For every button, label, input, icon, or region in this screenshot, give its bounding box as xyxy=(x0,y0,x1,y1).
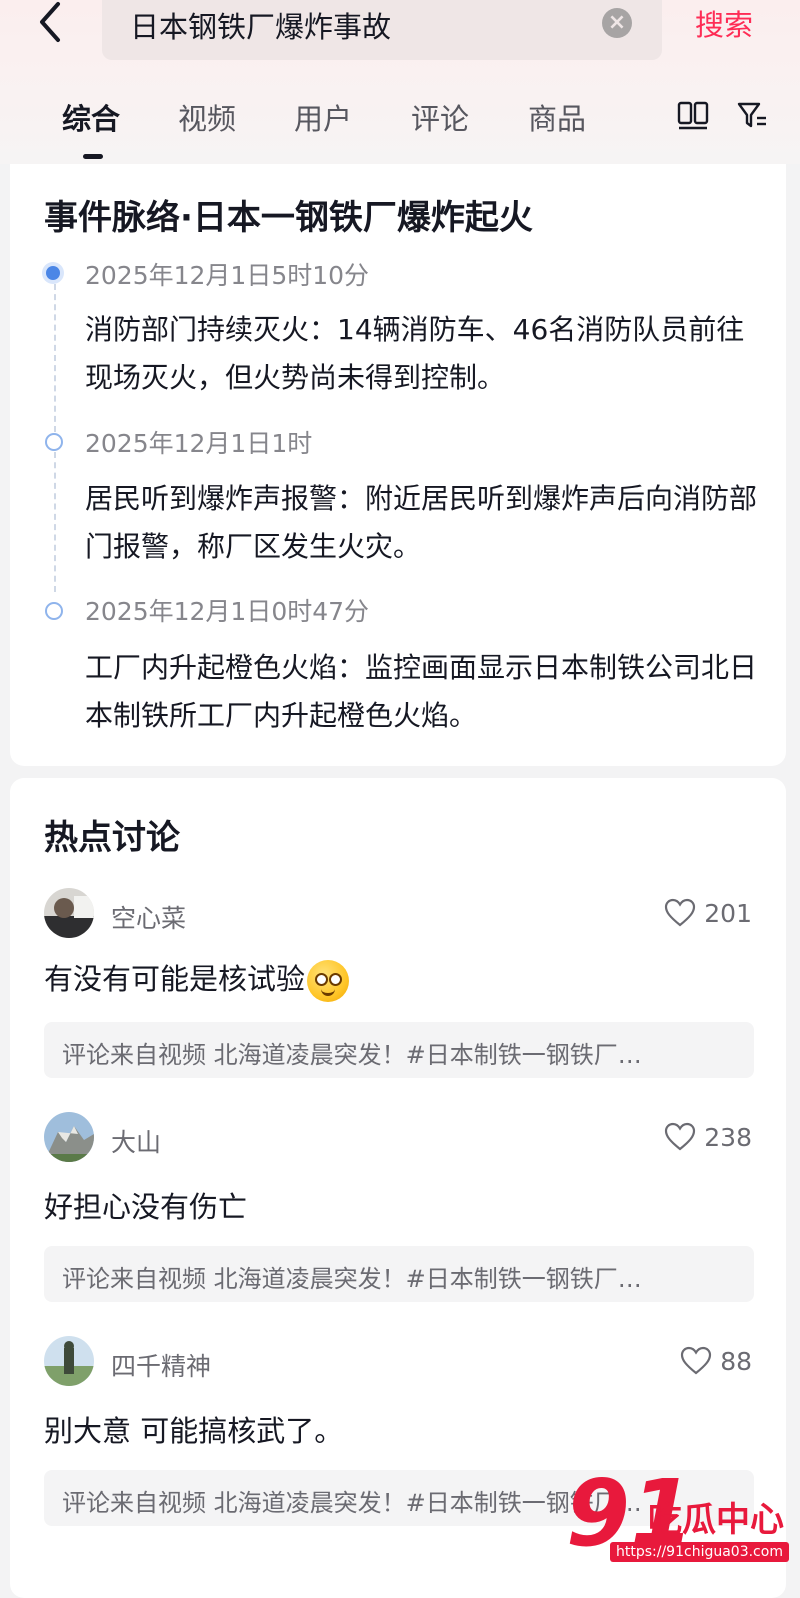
like-button[interactable]: 88 xyxy=(680,1344,752,1378)
tab-comments[interactable]: 评论 xyxy=(411,96,469,138)
section-title: 热点讨论 xyxy=(44,818,180,858)
search-button[interactable]: 搜索 xyxy=(695,2,753,44)
tab-users[interactable]: 用户 xyxy=(294,96,352,138)
comment-username[interactable]: 大山 xyxy=(111,1123,161,1159)
clear-icon[interactable]: × xyxy=(602,8,632,38)
timeline-dot xyxy=(45,602,63,620)
result-tabs: 综合 视频 用户 评论 商品 xyxy=(0,92,800,159)
comment-source: 评论来自视频 北海道凌晨突发！#日本制铁一钢铁厂… xyxy=(62,1489,642,1517)
event-timeline-card[interactable]: 事件脉络·日本一钢铁厂爆炸起火 2025年12月1日5时10分 消防部门持续灭火… xyxy=(10,130,786,766)
event-title: 事件脉络·日本一钢铁厂爆炸起火 xyxy=(44,198,533,238)
tab-comprehensive[interactable]: 综合 xyxy=(62,96,120,138)
site-watermark-logo: 91 吃瓜中心 https://91chigua03.com xyxy=(566,1460,789,1570)
comment-source-link[interactable]: 评论来自视频 北海道凌晨突发！#日本制铁一钢铁厂… xyxy=(44,1246,754,1302)
timeline-dot xyxy=(45,433,63,451)
timeline-connector xyxy=(54,452,56,592)
comment-source: 评论来自视频 北海道凌晨突发！#日本制铁一钢铁厂… xyxy=(62,1265,642,1293)
search-query: 日本钢铁厂爆炸事故 xyxy=(130,10,392,44)
watermark-name: 吃瓜中心 xyxy=(648,1500,784,1540)
heart-icon xyxy=(665,1122,696,1151)
comment-body: 有没有可能是核试验 xyxy=(44,962,306,996)
tab-video[interactable]: 视频 xyxy=(178,96,236,138)
search-header: 日本钢铁厂爆炸事故 × 搜索 综合 视频 用户 评论 商品 xyxy=(0,0,800,164)
timeline-time: 2025年12月1日5时10分 xyxy=(85,261,370,290)
comment-source-link[interactable]: 评论来自视频 北海道凌晨突发！#日本制铁一钢铁厂… xyxy=(44,1022,754,1078)
avatar[interactable] xyxy=(44,1112,94,1162)
comment-source: 评论来自视频 北海道凌晨突发！#日本制铁一钢铁厂… xyxy=(62,1041,642,1069)
like-button[interactable]: 238 xyxy=(664,1120,752,1154)
timeline-connector xyxy=(54,284,56,432)
comment-username[interactable]: 空心菜 xyxy=(111,899,186,935)
like-count: 88 xyxy=(720,1346,752,1376)
avatar[interactable] xyxy=(44,1336,94,1386)
timeline-dot-active xyxy=(46,266,60,280)
like-count: 238 xyxy=(704,1122,752,1152)
tab-products[interactable]: 商品 xyxy=(528,96,586,138)
timeline-time: 2025年12月1日1时 xyxy=(85,429,313,458)
timeline-desc: 消防部门持续灭火：14辆消防车、46名消防队员前往现场灭火，但火势尚未得到控制。 xyxy=(85,313,745,394)
comment-username[interactable]: 四千精神 xyxy=(111,1347,211,1383)
comment-text[interactable]: 有没有可能是核试验 xyxy=(44,956,350,1002)
like-count: 201 xyxy=(704,898,752,928)
avatar[interactable] xyxy=(44,888,94,938)
active-tab-indicator xyxy=(83,154,103,159)
timeline-desc: 工厂内升起橙色火焰：监控画面显示日本制铁公司北日本制铁所工厂内升起橙色火焰。 xyxy=(85,651,758,732)
comment-text[interactable]: 别大意 可能搞核武了。 xyxy=(44,1408,343,1450)
back-button[interactable] xyxy=(30,0,90,50)
heart-icon xyxy=(681,1346,712,1375)
timeline-desc: 居民听到爆炸声报警：附近居民听到爆炸声后向消防部门报警，称厂区发生火灾。 xyxy=(85,482,758,563)
search-input[interactable]: 日本钢铁厂爆炸事故 × xyxy=(102,0,662,60)
smile-emoji-icon xyxy=(307,960,350,1002)
watermark-url: https://91chigua03.com xyxy=(610,1542,789,1562)
like-button[interactable]: 201 xyxy=(664,896,752,930)
comment-text[interactable]: 好担心没有伤亡 xyxy=(44,1184,247,1226)
filter-icon[interactable] xyxy=(736,100,768,132)
chevron-left-icon xyxy=(40,2,60,42)
heart-icon xyxy=(665,898,696,927)
layout-toggle-icon[interactable] xyxy=(677,100,709,130)
timeline-time: 2025年12月1日0时47分 xyxy=(85,597,370,626)
